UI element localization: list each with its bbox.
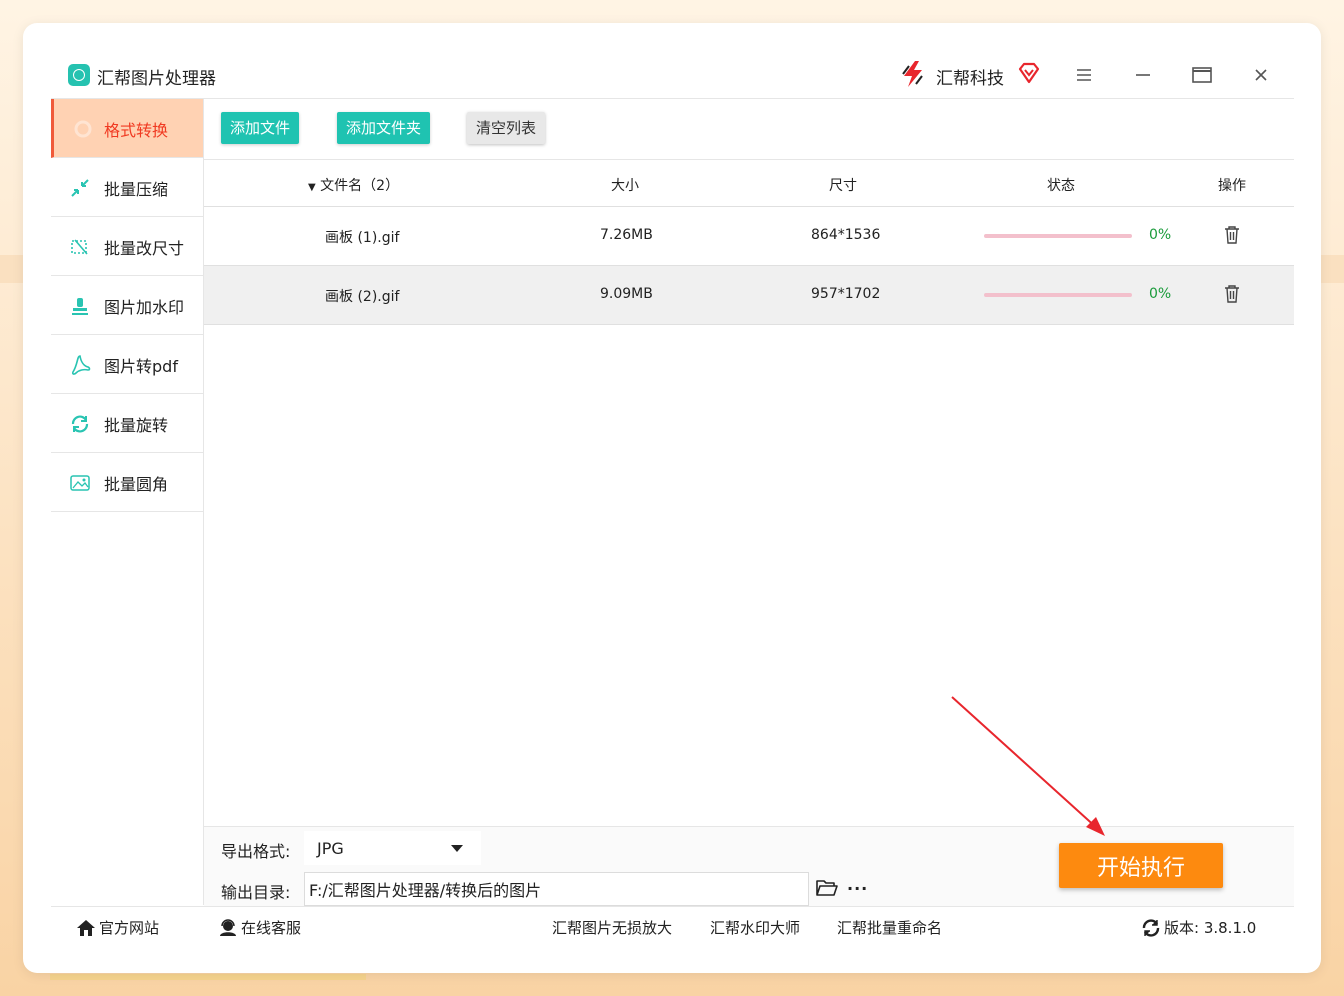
table-row[interactable]: 画板 (2).gif 9.09MB 957*1702 0% [204, 266, 1294, 325]
sort-header-name[interactable]: ▼ 文件名（2） [308, 175, 399, 195]
app-logo-icon [68, 64, 90, 86]
minimize-button[interactable] [1128, 61, 1158, 89]
export-format-value: JPG [317, 839, 344, 858]
chevron-down-icon [451, 845, 463, 852]
file-name: 画板 (2).gif [325, 289, 400, 305]
close-button[interactable] [1246, 61, 1276, 89]
sidebar-item-label: 批量压缩 [104, 180, 169, 199]
brand-name: 汇帮科技 [936, 69, 1004, 89]
export-format-select[interactable]: JPG [304, 831, 481, 865]
version-label: 版本: 3.8.1.0 [1164, 919, 1257, 937]
progress-bar [984, 234, 1132, 238]
progress-percent: 0% [1149, 286, 1172, 302]
column-header-status: 状态 [1047, 178, 1075, 194]
maximize-button[interactable] [1187, 61, 1217, 89]
rotate-icon [71, 415, 89, 433]
menu-button[interactable] [1069, 61, 1099, 89]
output-dir-label: 输出目录: [221, 883, 291, 902]
sidebar-item-label: 图片加水印 [104, 298, 185, 317]
output-dir-input[interactable] [304, 872, 809, 906]
footer-link-enlarge[interactable]: 汇帮图片无损放大 [552, 917, 672, 938]
column-header-name: 文件名（2） [320, 178, 400, 194]
footer-link-rename[interactable]: 汇帮批量重命名 [837, 917, 942, 938]
sort-caret-icon: ▼ [308, 182, 316, 193]
support-agent-icon [220, 918, 236, 936]
online-support-link[interactable]: 在线客服 [218, 917, 301, 938]
vip-gem-icon[interactable] [1018, 62, 1040, 84]
progress-percent: 0% [1149, 227, 1172, 243]
folder-open-icon[interactable] [816, 879, 838, 897]
app-title: 汇帮图片处理器 [97, 69, 216, 89]
official-website-link[interactable]: 官方网站 [76, 917, 159, 938]
sidebar-item-format-convert[interactable]: 格式转换 [51, 99, 203, 158]
official-website-label: 官方网站 [99, 919, 160, 937]
table-row[interactable]: 画板 (1).gif 7.26MB 864*1536 0% [204, 207, 1294, 266]
delete-icon[interactable] [1224, 285, 1240, 303]
sidebar: 格式转换 批量压缩 批量改尺寸 图片加水印 图片转pdf 批量旋转 批量圆角 [51, 99, 204, 905]
column-header-size: 大小 [611, 178, 639, 194]
export-panel: 导出格式: JPG 输出目录: ··· 开始执行 [204, 826, 1294, 907]
home-icon [77, 919, 95, 936]
menu-icon [1077, 69, 1091, 81]
sidebar-item-label: 批量旋转 [104, 416, 169, 435]
sidebar-item-label: 图片转pdf [104, 357, 178, 376]
background-stripe-bottom [50, 974, 366, 980]
round-corner-icon [70, 475, 90, 491]
maximize-icon [1192, 67, 1212, 83]
toolbar: 添加文件 添加文件夹 清空列表 [204, 99, 1294, 160]
clear-list-button[interactable]: 清空列表 [467, 112, 546, 144]
delete-icon[interactable] [1224, 226, 1240, 244]
footer-link-watermark[interactable]: 汇帮水印大师 [710, 917, 800, 938]
sidebar-item-rotate[interactable]: 批量旋转 [51, 394, 203, 453]
progress-bar [984, 293, 1132, 297]
add-file-button[interactable]: 添加文件 [221, 112, 300, 144]
footer: 官方网站 在线客服 汇帮图片无损放大 汇帮水印大师 汇帮批量重命名 版本: 3.… [51, 906, 1294, 946]
add-folder-button[interactable]: 添加文件夹 [337, 112, 431, 144]
minimize-icon [1136, 74, 1150, 76]
title-bar: 汇帮图片处理器 汇帮科技 [51, 53, 1294, 99]
sidebar-item-compress[interactable]: 批量压缩 [51, 158, 203, 217]
table-header: ▼ 文件名（2） 大小 尺寸 状态 操作 [204, 160, 1294, 207]
close-icon [1255, 69, 1267, 81]
file-dimension: 864*1536 [811, 227, 881, 243]
more-options-button[interactable]: ··· [847, 879, 868, 898]
brand-logo-icon [902, 61, 923, 87]
sidebar-item-label: 批量圆角 [104, 475, 169, 494]
file-name: 画板 (1).gif [325, 230, 400, 246]
sidebar-item-watermark[interactable]: 图片加水印 [51, 276, 203, 335]
file-dimension: 957*1702 [811, 286, 881, 302]
sidebar-item-round-corner[interactable]: 批量圆角 [51, 453, 203, 512]
sidebar-item-label: 格式转换 [104, 121, 169, 140]
online-support-label: 在线客服 [241, 919, 302, 937]
start-button[interactable]: 开始执行 [1059, 843, 1223, 888]
app-content: 汇帮图片处理器 汇帮科技 格式转换 批量压缩 批量改尺寸 图片加水印 图片转pd… [51, 53, 1294, 945]
sidebar-item-resize[interactable]: 批量改尺寸 [51, 217, 203, 276]
column-header-action: 操作 [1218, 178, 1246, 194]
compress-icon [71, 179, 89, 197]
file-size: 9.09MB [600, 286, 653, 302]
sidebar-item-pdf[interactable]: 图片转pdf [51, 335, 203, 394]
convert-icon [74, 120, 92, 138]
sidebar-item-label: 批量改尺寸 [104, 239, 185, 258]
version-info[interactable]: 版本: 3.8.1.0 [1141, 917, 1256, 938]
resize-icon [71, 239, 88, 255]
pdf-icon [71, 355, 91, 375]
file-size: 7.26MB [600, 227, 653, 243]
app-window: 汇帮图片处理器 汇帮科技 格式转换 批量压缩 批量改尺寸 图片加水印 图片转pd… [23, 23, 1321, 973]
refresh-icon [1142, 918, 1160, 937]
column-header-dimension: 尺寸 [829, 178, 857, 194]
export-format-label: 导出格式: [221, 842, 291, 861]
watermark-icon [72, 298, 88, 315]
